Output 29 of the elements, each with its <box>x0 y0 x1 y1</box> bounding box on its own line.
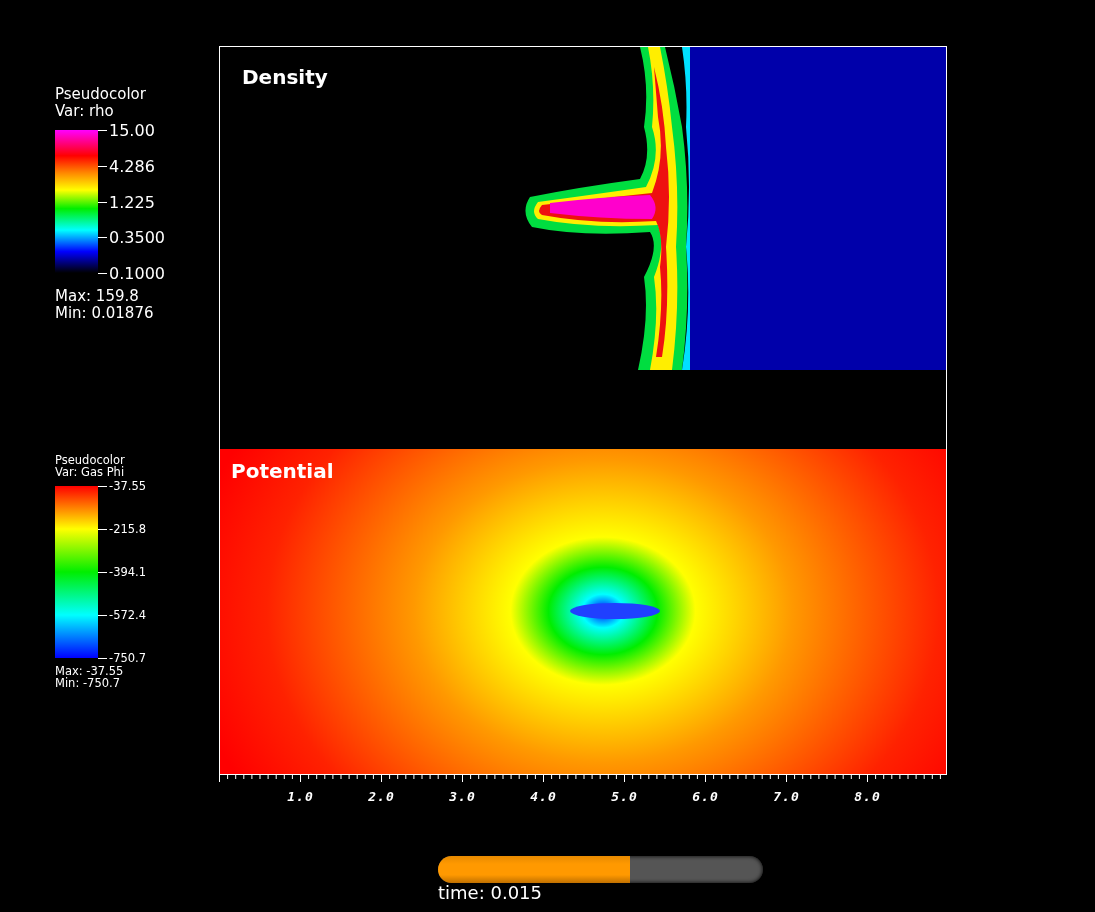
legend-max: Max: 159.8 <box>55 288 140 305</box>
panel-title: Density <box>242 65 328 89</box>
legend-min: Min: -750.7 <box>55 677 121 689</box>
legend-tick-label: -750.7 <box>109 652 147 664</box>
axis-tick-label: 8.0 <box>853 789 882 804</box>
legend-variable: Var: Gas Phi <box>55 466 126 478</box>
legend-max: Max: -37.55 <box>55 665 125 677</box>
legend-variable: Var: rho <box>55 103 115 120</box>
axis-tick-label: 6.0 <box>691 789 720 804</box>
panel-title: Potential <box>231 459 334 483</box>
axis-tick-label: 3.0 <box>448 789 477 804</box>
legend-min: Min: 0.01876 <box>55 305 155 322</box>
legend-tick-label: -394.1 <box>109 566 147 578</box>
legend-tick-label: -37.55 <box>109 480 147 492</box>
legend-tick-label: 0.3500 <box>109 229 165 247</box>
legend-tick-label: 0.1000 <box>109 265 165 282</box>
axis-tick-label: 4.0 <box>529 789 558 804</box>
legend-title: Pseudocolor <box>55 86 147 103</box>
legend-tick-label: 4.286 <box>109 157 155 175</box>
legend-tick-label: -215.8 <box>109 523 147 535</box>
axis-tick-label: 7.0 <box>772 789 801 804</box>
legend-tick-label: 15.00 <box>109 122 155 139</box>
axis-tick-label: 5.0 <box>610 789 639 804</box>
legend-tick-label: -572.4 <box>109 609 147 621</box>
axis-tick-label: 1.0 <box>286 789 315 804</box>
legend-title: Pseudocolor <box>55 454 126 466</box>
axis-tick-label: 2.0 <box>367 789 396 804</box>
legend-tick-label: 1.225 <box>109 193 155 211</box>
time-label: time: 0.015 <box>438 883 543 903</box>
